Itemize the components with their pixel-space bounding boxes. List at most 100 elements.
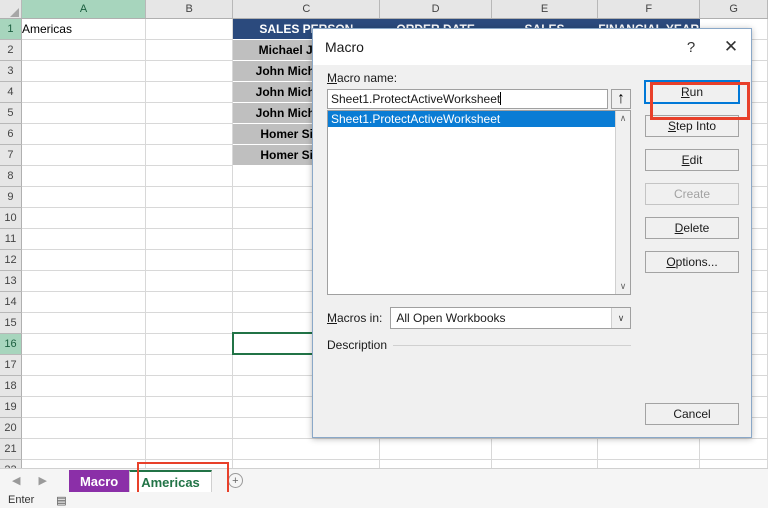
- cell-a15[interactable]: [21, 312, 147, 334]
- cell-a1[interactable]: Americas: [21, 18, 147, 40]
- cell-a13[interactable]: [21, 270, 147, 292]
- select-all-corner[interactable]: [0, 0, 22, 19]
- row-header-17[interactable]: 17: [0, 354, 22, 376]
- close-icon[interactable]: ✕: [711, 29, 751, 65]
- cell-a7[interactable]: [21, 144, 147, 166]
- cell-a5[interactable]: [21, 102, 147, 124]
- cell-a20[interactable]: [21, 417, 147, 439]
- row-header-18[interactable]: 18: [0, 375, 22, 397]
- chevron-down-icon[interactable]: ∨: [620, 279, 627, 294]
- cell-a10[interactable]: [21, 207, 147, 229]
- cell-b5[interactable]: [145, 102, 234, 124]
- cell-d21[interactable]: [379, 438, 492, 460]
- chevron-up-icon[interactable]: ∧: [620, 111, 627, 126]
- cell-b8[interactable]: [145, 165, 234, 187]
- add-sheet-icon[interactable]: +: [227, 473, 243, 488]
- cell-a16[interactable]: [21, 333, 147, 355]
- row-header-3[interactable]: 3: [0, 60, 22, 82]
- cell-a8[interactable]: [21, 165, 147, 187]
- cell-b10[interactable]: [145, 207, 234, 229]
- cell-b20[interactable]: [145, 417, 234, 439]
- row-header-20[interactable]: 20: [0, 417, 22, 439]
- cell-a3[interactable]: [21, 60, 147, 82]
- up-arrow-icon[interactable]: ↑: [611, 89, 631, 109]
- step-into-button[interactable]: Step Into: [645, 115, 739, 137]
- cell-b17[interactable]: [145, 354, 234, 376]
- cell-b19[interactable]: [145, 396, 234, 418]
- sheet-tab-macro[interactable]: Macro: [68, 469, 130, 493]
- next-sheet-icon[interactable]: ▶: [38, 474, 46, 487]
- row-header-19[interactable]: 19: [0, 396, 22, 418]
- cell-a12[interactable]: [21, 249, 147, 271]
- cell-b6[interactable]: [145, 123, 234, 145]
- cell-a11[interactable]: [21, 228, 147, 250]
- row-header-10[interactable]: 10: [0, 207, 22, 229]
- list-scrollbar[interactable]: ∧ ∨: [615, 111, 630, 294]
- row-header-13[interactable]: 13: [0, 270, 22, 292]
- cell-b18[interactable]: [145, 375, 234, 397]
- cell-a2[interactable]: [21, 39, 147, 61]
- column-header-e[interactable]: E: [491, 0, 599, 19]
- cancel-button[interactable]: Cancel: [645, 403, 739, 425]
- column-header-a[interactable]: A: [21, 0, 147, 19]
- cell-b4[interactable]: [145, 81, 234, 103]
- cell-b21[interactable]: [145, 438, 234, 460]
- row-header-5[interactable]: 5: [0, 102, 22, 124]
- delete-button[interactable]: Delete: [645, 217, 739, 239]
- cell-b14[interactable]: [145, 291, 234, 313]
- row-header-2[interactable]: 2: [0, 39, 22, 61]
- row-header-6[interactable]: 6: [0, 123, 22, 145]
- cell-f21[interactable]: [597, 438, 701, 460]
- prev-sheet-icon[interactable]: ◀: [12, 474, 20, 487]
- row-header-16[interactable]: 16: [0, 333, 22, 355]
- cell-a4[interactable]: [21, 81, 147, 103]
- cell-a17[interactable]: [21, 354, 147, 376]
- row-header-8[interactable]: 8: [0, 165, 22, 187]
- cell-b16[interactable]: [145, 333, 234, 355]
- cell-b13[interactable]: [145, 270, 234, 292]
- cell-b11[interactable]: [145, 228, 234, 250]
- row-header-14[interactable]: 14: [0, 291, 22, 313]
- row-header-21[interactable]: 21: [0, 438, 22, 460]
- macro-name-input[interactable]: Sheet1.ProtectActiveWorksheet: [327, 89, 608, 109]
- cell-a6[interactable]: [21, 123, 147, 145]
- cell-b2[interactable]: [145, 39, 234, 61]
- column-header-g[interactable]: G: [699, 0, 768, 19]
- column-header-c[interactable]: C: [232, 0, 381, 19]
- cell-b7[interactable]: [145, 144, 234, 166]
- cell-a14[interactable]: [21, 291, 147, 313]
- macros-in-row: Macros in: All Open Workbooks ∨: [327, 307, 631, 329]
- column-header-b[interactable]: B: [145, 0, 234, 19]
- cell-a19[interactable]: [21, 396, 147, 418]
- sheet-tab-americas[interactable]: Americas: [129, 469, 212, 493]
- row-header-12[interactable]: 12: [0, 249, 22, 271]
- row-header-15[interactable]: 15: [0, 312, 22, 334]
- cell-a18[interactable]: [21, 375, 147, 397]
- edit-button[interactable]: Edit: [645, 149, 739, 171]
- chevron-down-icon[interactable]: ∨: [611, 308, 630, 328]
- row-header-11[interactable]: 11: [0, 228, 22, 250]
- column-header-d[interactable]: D: [379, 0, 492, 19]
- column-header-f[interactable]: F: [597, 0, 701, 19]
- macro-list[interactable]: Sheet1.ProtectActiveWorksheet ∧ ∨: [327, 110, 631, 295]
- cell-b3[interactable]: [145, 60, 234, 82]
- cell-g21[interactable]: [699, 438, 768, 460]
- cell-b9[interactable]: [145, 186, 234, 208]
- cell-a21[interactable]: [21, 438, 147, 460]
- run-button[interactable]: Run: [644, 80, 740, 104]
- row-header-4[interactable]: 4: [0, 81, 22, 103]
- row-header-9[interactable]: 9: [0, 186, 22, 208]
- cell-a9[interactable]: [21, 186, 147, 208]
- options-button[interactable]: Options...: [645, 251, 739, 273]
- row-header-7[interactable]: 7: [0, 144, 22, 166]
- cell-e21[interactable]: [491, 438, 599, 460]
- cell-b15[interactable]: [145, 312, 234, 334]
- list-item[interactable]: Sheet1.ProtectActiveWorksheet: [328, 111, 615, 127]
- cell-b12[interactable]: [145, 249, 234, 271]
- cell-c21[interactable]: [232, 438, 381, 460]
- row-header-1[interactable]: 1: [0, 18, 22, 40]
- help-icon[interactable]: ?: [671, 29, 711, 65]
- macros-in-select[interactable]: All Open Workbooks ∨: [390, 307, 631, 329]
- cell-b1[interactable]: [145, 18, 234, 40]
- macro-dialog[interactable]: Macro ? ✕ Macro name: Sheet1.ProtectActi…: [312, 28, 752, 438]
